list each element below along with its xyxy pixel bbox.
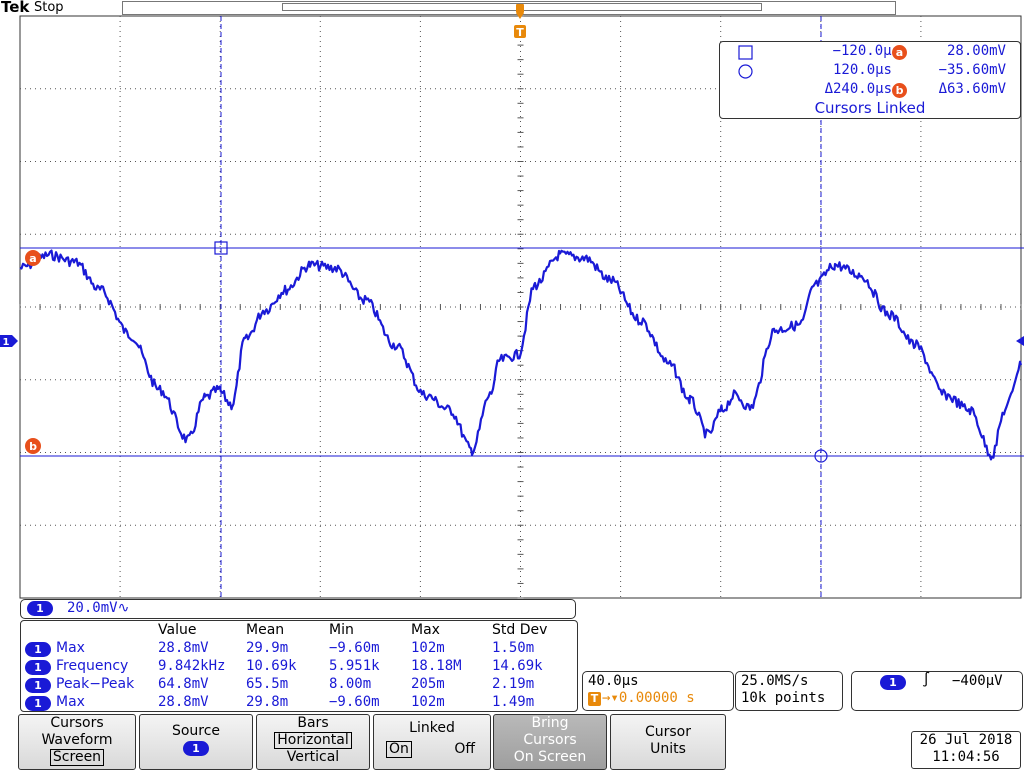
cursor-units-button[interactable]: Cursor Units [610,714,726,770]
measurement-min: −9.60m [329,694,380,710]
bars-vertical-option: Vertical [286,749,340,765]
measurement-mean: 65.5m [246,676,289,692]
measurement-value: 64.8mV [158,676,209,692]
measurement-name: Max [56,640,85,656]
measurement-max: 205m [411,676,445,692]
measurement-name: Max [56,694,85,710]
time: 11:04:56 [932,749,1000,765]
measurement-table: Value Mean Min Max Std Dev 1 Max 28.8mV 29.… [20,620,578,712]
measurement-min: −9.60m [329,640,380,656]
measurement-std: 2.19m [492,676,535,692]
measurement-value: 28.8mV [158,694,209,710]
measurement-channel-badge: 1 [25,660,51,675]
cursor-a-badge: a [25,250,41,266]
trigger-level-arrow [1016,336,1024,346]
svg-text:T: T [516,26,524,39]
measurement-min: 5.951k [329,658,380,674]
linked-label: Linked [409,720,455,736]
trigger-readout[interactable]: 1 ∫ −400µV [851,671,1023,711]
cursor-b-icon: b [892,83,907,98]
linked-off-option: Off [454,741,476,757]
measurement-mean: 29.9m [246,640,289,656]
horizontal-scale: 40.0µs [588,673,639,689]
record-length: 10k points [741,690,826,706]
bars-label: Bars [297,715,329,731]
cursor-units-label: Cursor [644,724,692,740]
linked-button[interactable]: Linked On Off [373,714,491,770]
measurement-channel-badge: 1 [25,696,51,711]
linked-on-option: On [386,741,412,758]
header-std-dev: Std Dev [492,622,548,638]
header-min: Min [329,622,354,638]
cursor-a-voltage: 28.00mV [946,43,1006,59]
circle-cursor-icon [738,64,753,79]
cursor-delta-voltage: Δ63.60mV [938,81,1006,97]
trigger-source-badge: 1 [880,675,906,690]
trigger-delay: →▾0.00000 s [602,690,695,706]
trigger-level: −400µV [952,673,1003,689]
cursors-label: Cursors [50,715,104,731]
source-button[interactable]: Source 1 [139,714,253,770]
measurement-channel-badge: 1 [25,678,51,693]
cursor-1-time: −120.0µs [832,43,900,59]
measurement-mean: 10.69k [246,658,297,674]
channel-1-level-marker[interactable]: 1 [0,335,18,348]
bring-label: Bring [531,715,569,731]
measurement-min: 8.00m [329,676,372,692]
measurement-mean: 29.8m [246,694,289,710]
square-cursor-icon [738,45,753,60]
bring-on-screen-label: On Screen [513,749,587,765]
measurement-name: Peak−Peak [56,676,135,692]
channel-1-scale-readout[interactable]: 1 20.0mV∿ [20,599,576,619]
bring-cursors-label: Cursors [523,732,577,748]
bring-cursors-on-screen-button[interactable]: Bring Cursors On Screen [493,714,607,770]
measurement-std: 14.69k [492,658,543,674]
header-max: Max [411,622,440,638]
vertical-scale: 20.0mV∿ [67,600,130,616]
measurement-name: Frequency [56,658,129,674]
svg-text:1: 1 [3,337,10,348]
cursor-units-label-2: Units [650,741,686,757]
cursor-b-voltage: −35.60mV [938,62,1006,78]
source-label: Source [171,723,221,739]
cursors-mode-button[interactable]: Cursors Waveform Screen [18,714,136,770]
bars-horizontal-option: Horizontal [274,732,352,749]
measurement-max: 18.18M [411,658,462,674]
svg-text:b: b [29,440,37,453]
sample-rate: 25.0MS/s [741,673,809,689]
date-time-display: 26 Jul 2018 11:04:56 [911,731,1021,769]
date: 26 Jul 2018 [919,732,1013,748]
cursor-b-badge: b [25,438,41,454]
bars-button[interactable]: Bars Horizontal Vertical [256,714,370,770]
measurement-channel-badge: 1 [25,642,51,657]
measurement-std: 1.50m [492,640,535,656]
svg-text:a: a [29,252,36,265]
channel-1-badge: 1 [27,601,53,616]
cursors-screen-option: Screen [49,749,105,766]
measurement-max: 102m [411,640,445,656]
header-value: Value [158,622,197,638]
cursors-linked-label: Cursors Linked [814,99,926,117]
cursor-readout-panel: −120.0µs a 28.00mV 120.0µs −35.60mV Δ240… [719,41,1021,119]
source-channel-badge: 1 [183,741,209,756]
cursor-delta-time: Δ240.0µs [824,81,892,97]
horizontal-readout[interactable]: 40.0µs T →▾0.00000 s [582,671,734,711]
trigger-slope-icon: ∫ [922,672,931,688]
measurement-max: 102m [411,694,445,710]
measurement-value: 28.8mV [158,640,209,656]
bottom-menu-bar: Cursors Waveform Screen Source 1 Bars Ho… [0,712,1024,770]
acquisition-readout[interactable]: 25.0MS/s 10k points [735,671,843,711]
trigger-icon: T [588,692,601,706]
cursors-waveform-option: Waveform [41,732,113,748]
header-mean: Mean [246,622,285,638]
measurement-value: 9.842kHz [158,658,226,674]
cursor-a-icon: a [892,45,907,60]
measurement-std: 1.49m [492,694,535,710]
cursor-2-time: 120.0µs [832,62,892,78]
